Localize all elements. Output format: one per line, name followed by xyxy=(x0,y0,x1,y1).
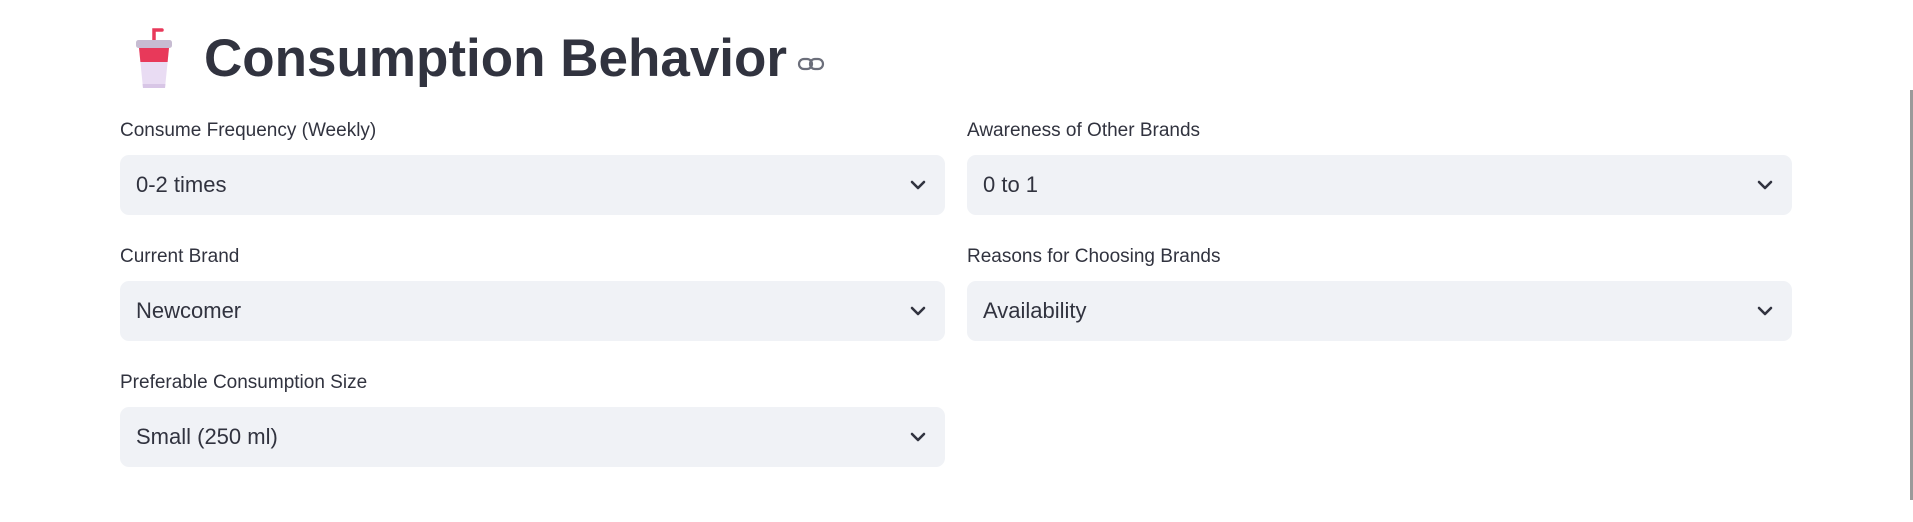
current-brand-value: Newcomer xyxy=(136,298,242,323)
consume-frequency-value: 0-2 times xyxy=(136,172,227,197)
chevron-down-icon xyxy=(910,306,926,316)
reasons-label: Reasons for Choosing Brands xyxy=(967,246,1221,267)
page-title: Consumption Behavior xyxy=(204,28,788,88)
consumption-size-field: Preferable Consumption Size Small (250 m… xyxy=(120,371,945,467)
consumption-size-label: Preferable Consumption Size xyxy=(120,372,368,393)
current-brand-label: Current Brand xyxy=(120,246,240,267)
current-brand-field: Current Brand Newcomer xyxy=(120,245,945,341)
reasons-field: Reasons for Choosing Brands Availability xyxy=(967,245,1792,341)
chevron-down-icon xyxy=(910,180,926,190)
consumption-size-value: Small (250 ml) xyxy=(136,424,278,449)
page: Consumption Behavior Consume Frequency (… xyxy=(0,0,1913,522)
link-icon[interactable] xyxy=(797,55,825,73)
chevron-down-icon xyxy=(1757,306,1773,316)
consume-frequency-field: Consume Frequency (Weekly) 0-2 times xyxy=(120,119,945,215)
awareness-select[interactable]: 0 to 1 xyxy=(967,155,1792,215)
reasons-select[interactable]: Availability xyxy=(967,281,1792,341)
chevron-down-icon xyxy=(1757,180,1773,190)
consume-frequency-label: Consume Frequency (Weekly) xyxy=(120,120,377,141)
cup-with-straw-icon xyxy=(136,28,172,88)
awareness-label: Awareness of Other Brands xyxy=(967,120,1201,141)
consume-frequency-select[interactable]: 0-2 times xyxy=(120,155,945,215)
reasons-value: Availability xyxy=(983,298,1087,323)
current-brand-select[interactable]: Newcomer xyxy=(120,281,945,341)
consumption-size-select[interactable]: Small (250 ml) xyxy=(120,407,945,467)
chevron-down-icon xyxy=(910,432,926,442)
awareness-field: Awareness of Other Brands 0 to 1 xyxy=(967,119,1792,215)
page-header: Consumption Behavior xyxy=(128,22,825,94)
awareness-value: 0 to 1 xyxy=(983,172,1039,197)
